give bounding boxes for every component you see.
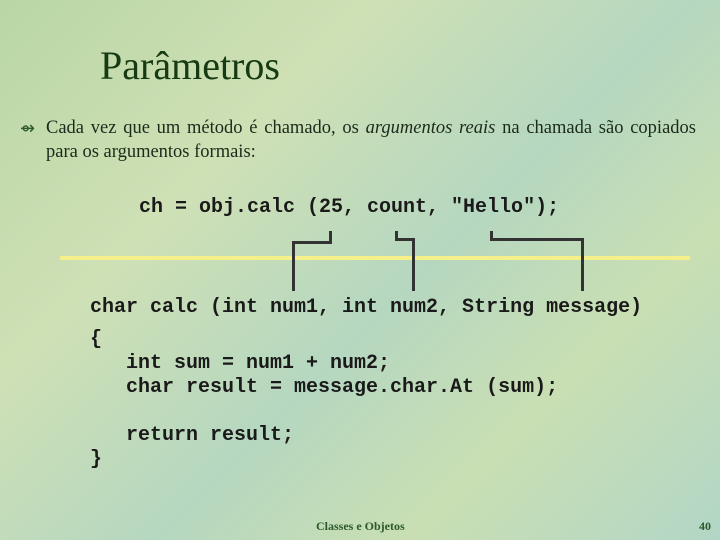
code-line: return result; bbox=[90, 424, 295, 447]
bullet-text-part: Cada vez que um método é chamado, os bbox=[46, 118, 366, 138]
bullet-italic: argumentos reais bbox=[365, 118, 496, 138]
code-line: int sum = num1 + num2; bbox=[90, 352, 391, 375]
method-signature: char calc (int num1, int num2, String me… bbox=[90, 296, 643, 319]
slide-title: Parâmetros bbox=[100, 43, 280, 88]
method-call-code: ch = obj.calc (25, count, "Hello"); bbox=[139, 196, 560, 219]
hand-pointer-icon: ⇴ bbox=[20, 118, 36, 138]
code-line: char result = message.char.At (sum); bbox=[90, 376, 559, 399]
bullet-text: Cada vez que um método é chamado, os arg… bbox=[46, 116, 696, 164]
page-number: 40 bbox=[699, 519, 711, 533]
code-line: } bbox=[90, 448, 103, 471]
code-line: { bbox=[90, 328, 103, 351]
footer-title: Classes e Objetos bbox=[316, 519, 405, 533]
divider-line bbox=[60, 256, 690, 260]
